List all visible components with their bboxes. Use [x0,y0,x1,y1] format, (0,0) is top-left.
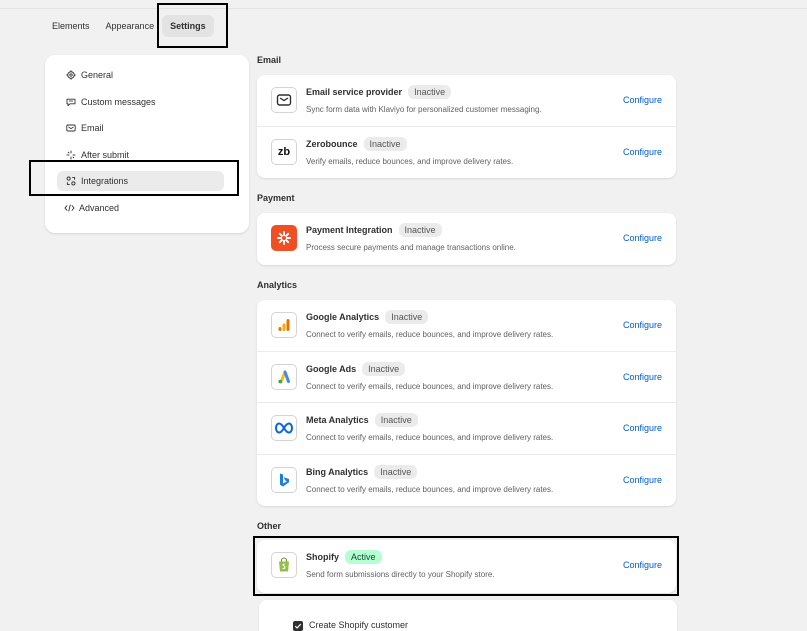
integration-name: Google Analytics [306,312,380,322]
sidebar-item-label: General [81,70,114,80]
status-badge: Inactive [398,223,442,237]
integration-description: Connect to verify emails, reduce bounces… [306,433,554,442]
highlight-integrations [29,160,239,196]
tab-elements[interactable]: Elements [44,15,98,37]
integration-name: Google Ads [306,363,357,374]
email-card: Email service provider Inactive Sync form… [257,75,676,178]
configure-link[interactable]: Configure [623,372,662,382]
status-badge: Inactive [363,136,407,151]
section-title-payment: Payment [257,193,295,203]
integration-row-payment: Payment Integration Inactive Process secu… [257,213,676,265]
integration-row-meta-analytics: Meta Analytics Inactive Connect to verify… [257,403,676,455]
integration-row-google-analytics: Google Analytics Inactive Connect to veri… [257,300,676,352]
code-icon [63,202,75,214]
status-badge: Inactive [385,310,429,324]
configure-link[interactable]: Configure [623,95,662,105]
bing-icon [271,466,297,493]
integration-description: Verify emails, reduce bounces, and impro… [306,156,514,166]
integration-row-zerobounce: zb Zerobounce Inactive Verify emails, red… [257,127,676,179]
sidebar-item-label: After submit [81,149,130,160]
payment-card: Payment Integration Inactive Process secu… [257,213,676,265]
configure-link[interactable]: Configure [623,233,662,243]
top-divider [0,8,807,9]
create-shopify-customer-label: Create Shopify customer [309,620,409,630]
integration-name: Email service provider [306,87,403,97]
gear-icon [65,69,77,81]
email-icon [65,122,77,134]
sidebar-item-label: Custom messages [81,96,156,107]
email-envelope-icon [271,87,297,113]
highlight-shopify [253,536,679,596]
integration-name: Payment Integration [306,225,393,235]
configure-link[interactable]: Configure [623,475,662,485]
integration-description: Connect to verify emails, reduce bounces… [306,330,554,339]
section-title-analytics: Analytics [257,280,298,290]
sidebar-item-email[interactable]: Email [57,118,224,138]
integration-row-bing-analytics: Bing Analytics Inactive Connect to verify… [257,455,676,507]
sidebar-item-label: Advanced [79,202,120,213]
configure-link[interactable]: Configure [623,423,662,433]
integration-description: Connect to verify emails, reduce bounces… [306,484,554,494]
configure-link[interactable]: Configure [623,320,662,330]
google-analytics-icon [271,312,297,338]
sidebar-item-general[interactable]: General [57,65,224,85]
configure-link[interactable]: Configure [623,147,662,157]
tab-appearance[interactable]: Appearance [98,15,163,37]
integration-description: Sync form data with Klaviyo for personal… [306,105,542,114]
integration-name: Zerobounce [306,138,358,149]
sidebar-item-advanced[interactable]: Advanced [57,198,224,218]
status-badge: Inactive [374,464,418,479]
integration-description: Connect to verify emails, reduce bounces… [306,381,554,391]
integration-name: Bing Analytics [306,466,369,477]
zerobounce-logo-icon: zb [271,138,297,165]
sparkle-icon [65,149,77,161]
integration-name: Meta Analytics [306,415,369,425]
status-badge: Inactive [362,361,406,376]
google-ads-icon [271,363,297,390]
section-title-other: Other [257,521,282,531]
sidebar-item-custom-messages[interactable]: Custom messages [57,92,224,112]
status-badge: Inactive [408,85,452,99]
analytics-card: Google Analytics Inactive Connect to veri… [257,300,676,506]
meta-infinity-icon [271,415,297,441]
sidebar-item-label: Email [81,123,104,133]
shopify-options-card: Create Shopify customer [259,600,677,631]
integration-description: Process secure payments and manage trans… [306,243,516,252]
integration-row-email-service-provider: Email service provider Inactive Sync form… [257,75,676,127]
create-shopify-customer-checkbox[interactable] [293,621,303,631]
settings-sidebar: General Custom messages Email After subm… [45,55,249,233]
highlight-settings-tab [157,3,228,48]
checkmark-icon [294,623,302,629]
section-title-email: Email [257,55,282,65]
payment-burst-icon [271,225,297,251]
chat-icon [65,96,77,108]
integration-row-google-ads: Google Ads Inactive Connect to verify ema… [257,352,676,403]
status-badge: Inactive [374,413,418,427]
